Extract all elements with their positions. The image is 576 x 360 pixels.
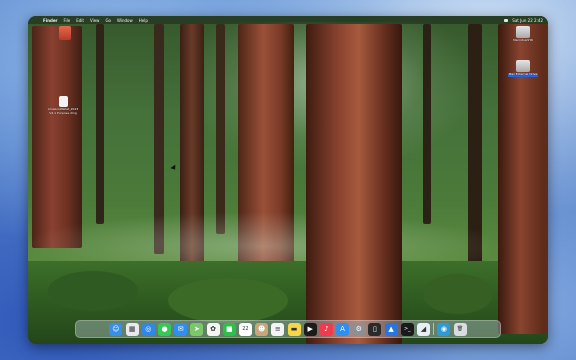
- mail-icon[interactable]: ✉: [174, 322, 188, 336]
- document-icon: [58, 96, 68, 107]
- menu-edit[interactable]: Edit: [76, 18, 84, 23]
- terminal-icon[interactable]: >_: [400, 322, 414, 336]
- drive-label-selected: Mac External Drive: [507, 72, 539, 77]
- facetime-icon[interactable]: ■: [222, 322, 236, 336]
- music-icon[interactable]: ♪: [319, 322, 333, 336]
- menu-view[interactable]: View: [90, 18, 100, 23]
- contacts-icon[interactable]: ☻: [255, 322, 269, 336]
- messages-icon[interactable]: ●: [158, 322, 171, 336]
- menu-file[interactable]: File: [64, 18, 71, 23]
- app-store-icon[interactable]: A: [336, 322, 350, 336]
- app-icon: [59, 26, 71, 40]
- notes-icon[interactable]: ▬: [287, 322, 301, 336]
- tv-icon[interactable]: ▶: [303, 322, 317, 336]
- desktop-drive-external[interactable]: Mac External Drive: [504, 60, 542, 77]
- screen-recording-window: Finder File Edit View Go Window Help Sat…: [28, 16, 548, 344]
- menu-clock[interactable]: Sat Jun 22 2:42: [512, 18, 543, 23]
- drive-icon: [516, 60, 530, 72]
- menu-finder[interactable]: Finder: [43, 18, 58, 23]
- launchpad-icon[interactable]: ▦: [125, 322, 139, 336]
- dock-separator: [433, 323, 435, 335]
- menu-window[interactable]: Window: [117, 18, 133, 23]
- control-center-icon[interactable]: [504, 18, 509, 22]
- calendar-icon[interactable]: 22: [238, 322, 252, 336]
- preview-icon[interactable]: ◢: [417, 322, 430, 336]
- dock: ☺ ▦ ◎ ● ✉ ➤ ✿ ■ 22 ☻ ≡ ▬ ▶ ♪ A ⚙ ▯ ▲ >_ ◢ ◉ 🗑: [75, 320, 501, 338]
- desktop-dmg-file[interactable]: AmazonWallet_2023 V4.1 Purpose.dmg: [48, 96, 78, 115]
- screenshot-icon[interactable]: ◉: [437, 322, 451, 336]
- maps-icon[interactable]: ➤: [190, 322, 204, 336]
- reminders-icon[interactable]: ≡: [271, 322, 285, 336]
- menu-bar: Finder File Edit View Go Window Help Sat…: [28, 16, 548, 24]
- desktop-drive-macintoshhd[interactable]: MacintoshHD: [506, 26, 540, 43]
- trash-icon[interactable]: 🗑: [453, 322, 467, 336]
- drive-icon: [516, 26, 530, 38]
- finder-icon[interactable]: ☺: [109, 322, 123, 336]
- desktop-file-label: AmazonWallet_2023 V4.1 Purpose.dmg: [47, 107, 79, 115]
- system-settings-icon[interactable]: ⚙: [352, 322, 366, 336]
- desktop-app-icon[interactable]: [56, 26, 74, 40]
- desktop-background: Finder File Edit View Go Window Help Sat…: [0, 0, 576, 360]
- forest-wallpaper: [28, 16, 548, 344]
- photos-icon[interactable]: ✿: [206, 322, 220, 336]
- drive-label: MacintoshHD: [513, 38, 533, 42]
- safari-icon[interactable]: ◎: [141, 322, 155, 336]
- menu-go[interactable]: Go: [105, 18, 111, 23]
- keynote-icon[interactable]: ▲: [384, 322, 398, 336]
- menu-help[interactable]: Help: [139, 18, 148, 23]
- iphone-mirroring-icon[interactable]: ▯: [368, 322, 382, 336]
